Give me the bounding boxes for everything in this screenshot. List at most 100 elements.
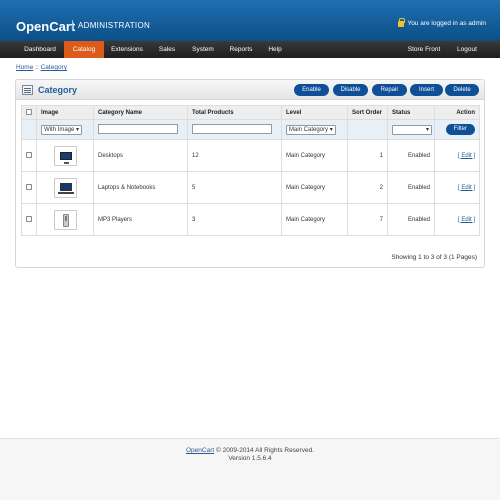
lock-icon xyxy=(398,17,406,27)
disable-button[interactable]: Disable xyxy=(333,84,368,96)
box-heading: Category Enable Disable Repair Insert De… xyxy=(16,80,484,100)
nav-catalog[interactable]: Catalog xyxy=(64,41,104,58)
administration-label: ADMINISTRATION xyxy=(78,21,151,30)
table-row: MP3 Players 3 Main Category 7 Enabled [ … xyxy=(21,203,480,236)
delete-button[interactable]: Delete xyxy=(445,84,479,96)
login-status: You are logged in as admin xyxy=(398,17,486,27)
breadcrumb-separator: :: xyxy=(35,64,39,71)
filter-total-cell xyxy=(187,119,282,140)
row-checkbox[interactable] xyxy=(26,183,32,190)
row-action-cell: [ Edit ] xyxy=(434,203,480,236)
filter-image-cell: With Image ▾ xyxy=(36,119,94,140)
level-filter-value: Main Category xyxy=(289,126,329,133)
nav-reports[interactable]: Reports xyxy=(222,41,260,58)
row-sort-order: 7 xyxy=(347,203,388,236)
mp3-player-icon xyxy=(62,213,69,227)
top-header: OpenCart ADMINISTRATION You are logged i… xyxy=(0,0,500,41)
status-filter-select[interactable]: ▾ xyxy=(392,124,432,135)
filter-button[interactable]: Filter xyxy=(445,124,475,135)
footer-copyright-line: OpenCart © 2009-2014 All Rights Reserved… xyxy=(0,447,500,455)
image-filter-select[interactable]: With Image ▾ xyxy=(41,124,83,135)
breadcrumb: Home :: Category xyxy=(16,64,67,71)
enable-button[interactable]: Enable xyxy=(294,84,329,96)
header-category-name[interactable]: Category Name xyxy=(93,105,188,120)
header-level[interactable]: Level xyxy=(281,105,348,120)
header-sort-order[interactable]: Sort Order xyxy=(347,105,388,120)
nav-logout[interactable]: Logout xyxy=(448,41,486,58)
row-action-cell: [ Edit ] xyxy=(434,139,480,172)
page-title: Category xyxy=(38,85,78,95)
category-box: Category Enable Disable Repair Insert De… xyxy=(15,79,485,268)
nav-extensions[interactable]: Extensions xyxy=(104,41,150,58)
row-level: Main Category xyxy=(281,203,348,236)
category-name-filter-input[interactable] xyxy=(98,123,178,134)
filter-row: With Image ▾ Main Category ▾ ▾ Filter xyxy=(21,119,480,140)
breadcrumb-category[interactable]: Category xyxy=(41,64,67,71)
row-category-name: MP3 Players xyxy=(93,203,188,236)
main-nav: Dashboard Catalog Extensions Sales Syste… xyxy=(0,41,500,58)
repair-button[interactable]: Repair xyxy=(372,84,407,96)
row-image-cell xyxy=(36,139,94,172)
category-table: Image Category Name Total Products Level… xyxy=(21,105,480,236)
category-list-icon xyxy=(22,85,33,95)
filter-empty-cell xyxy=(21,119,37,140)
desktop-thumbnail xyxy=(53,145,77,166)
row-checkbox[interactable] xyxy=(26,151,32,158)
header-total-products[interactable]: Total Products xyxy=(187,105,282,120)
select-all-checkbox[interactable] xyxy=(26,108,32,115)
edit-link[interactable]: [ Edit ] xyxy=(458,217,475,223)
row-status: Enabled xyxy=(387,171,435,204)
row-status: Enabled xyxy=(387,203,435,236)
table-row: Laptops & Notebooks 5 Main Category 2 En… xyxy=(21,171,480,204)
breadcrumb-home[interactable]: Home xyxy=(16,64,33,71)
login-status-text: You are logged in as admin xyxy=(407,20,486,27)
row-sort-order: 1 xyxy=(347,139,388,172)
row-level: Main Category xyxy=(281,171,348,204)
filter-button-cell: Filter xyxy=(434,119,480,140)
footer-copyright: © 2009-2014 All Rights Reserved. xyxy=(215,447,314,454)
header-status[interactable]: Status xyxy=(387,105,435,120)
insert-button[interactable]: Insert xyxy=(410,84,443,96)
nav-store-front[interactable]: Store Front xyxy=(400,41,448,58)
row-image-cell xyxy=(36,203,94,236)
logo-divider xyxy=(72,20,73,31)
row-select-cell xyxy=(21,139,37,172)
select-all-cell xyxy=(21,105,37,120)
row-total-products: 3 xyxy=(187,203,282,236)
nav-help[interactable]: Help xyxy=(260,41,290,58)
nav-system[interactable]: System xyxy=(184,41,222,58)
filter-name-cell xyxy=(93,119,188,140)
table-row: Desktops 12 Main Category 1 Enabled [ Ed… xyxy=(21,139,480,172)
header-image: Image xyxy=(36,105,94,120)
edit-link[interactable]: [ Edit ] xyxy=(458,153,475,159)
footer-opencart-link[interactable]: OpenCart xyxy=(186,447,214,454)
total-products-filter-input[interactable] xyxy=(192,123,272,134)
image-filter-value: With Image xyxy=(44,126,75,133)
row-sort-order: 2 xyxy=(347,171,388,204)
row-category-name: Desktops xyxy=(93,139,188,172)
row-level: Main Category xyxy=(281,139,348,172)
filter-level-cell: Main Category ▾ xyxy=(281,119,348,140)
nav-sales[interactable]: Sales xyxy=(150,41,184,58)
row-checkbox[interactable] xyxy=(26,215,32,222)
pagination-text: Showing 1 to 3 of 3 (1 Pages) xyxy=(391,254,477,261)
filter-status-cell: ▾ xyxy=(387,119,435,140)
row-status: Enabled xyxy=(387,139,435,172)
laptop-icon xyxy=(57,182,74,194)
row-total-products: 5 xyxy=(187,171,282,204)
desktop-icon xyxy=(59,151,72,164)
row-category-name: Laptops & Notebooks xyxy=(93,171,188,204)
row-action-cell: [ Edit ] xyxy=(434,171,480,204)
filter-sort-cell xyxy=(347,119,388,140)
row-select-cell xyxy=(21,171,37,204)
laptop-thumbnail xyxy=(53,177,77,198)
footer-version: Version 1.5.6.4 xyxy=(228,455,272,462)
edit-link[interactable]: [ Edit ] xyxy=(458,185,475,191)
row-total-products: 12 xyxy=(187,139,282,172)
opencart-logo[interactable]: OpenCart xyxy=(16,19,75,34)
level-filter-select[interactable]: Main Category ▾ xyxy=(286,124,336,135)
header-action: Action xyxy=(434,105,480,120)
row-image-cell xyxy=(36,171,94,204)
nav-dashboard[interactable]: Dashboard xyxy=(16,41,64,58)
mp3-thumbnail xyxy=(53,209,77,230)
